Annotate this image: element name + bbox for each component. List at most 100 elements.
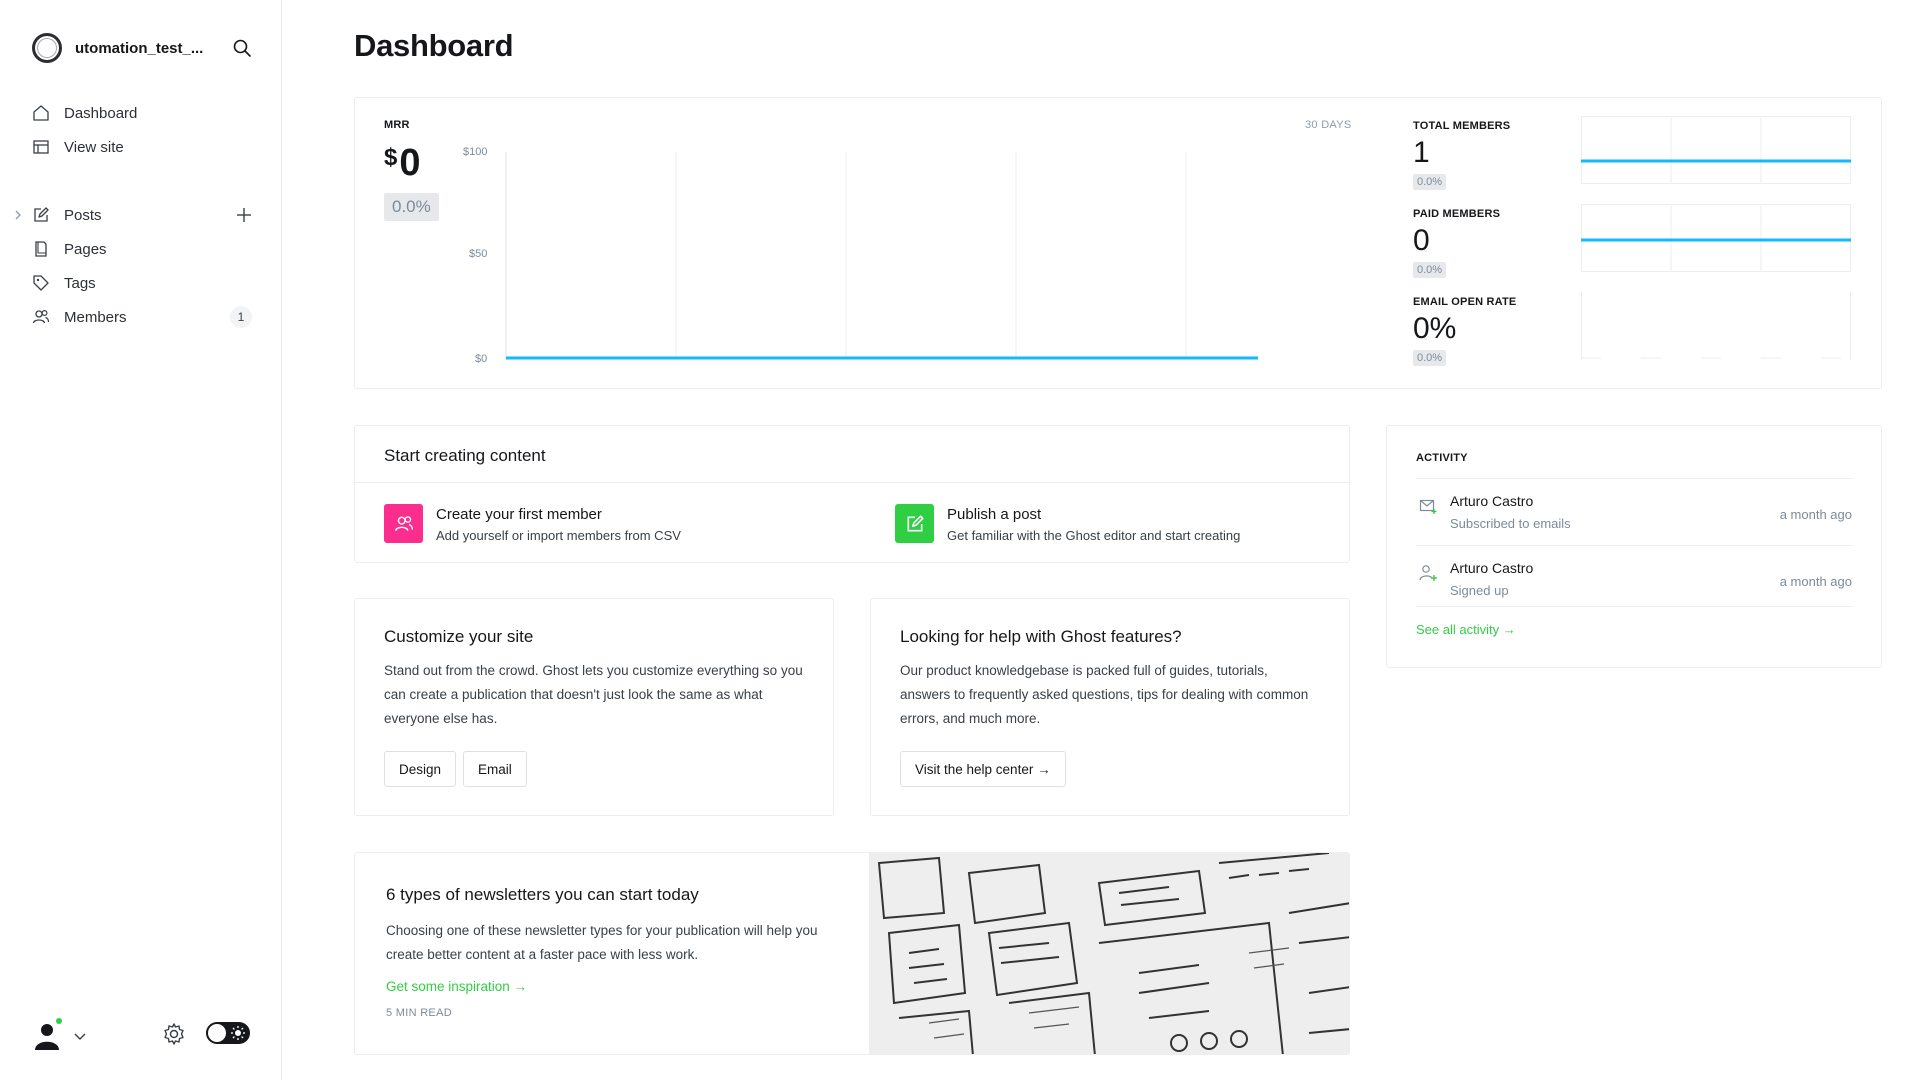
browser-icon	[30, 136, 52, 158]
edit-icon	[30, 204, 52, 226]
tag-icon	[30, 272, 52, 294]
sidebar-footer	[32, 1016, 254, 1050]
stat-total-members: TOTAL MEMBERS 1 0.0%	[1413, 116, 1853, 190]
sidebar-item-pages[interactable]: Pages	[30, 232, 256, 266]
site-header: utomation_test_...	[32, 32, 254, 64]
activity-time: a month ago	[1779, 574, 1852, 589]
chevron-down-icon[interactable]	[74, 1028, 86, 1046]
stat-value: 0	[1413, 224, 1430, 257]
sidebar-item-view-site[interactable]: View site	[30, 130, 256, 164]
nav-primary: Dashboard View site	[30, 96, 256, 164]
gear-icon[interactable]	[162, 1022, 186, 1046]
activity-row[interactable]: Arturo Castro Subscribed to emails a mon…	[1416, 478, 1852, 545]
dark-mode-toggle[interactable]	[206, 1022, 250, 1044]
nav-content: Posts Pages Tags Members 1	[15, 198, 256, 334]
activity-time: a month ago	[1779, 507, 1852, 522]
newsletter-title[interactable]: 6 types of newsletters you can start tod…	[386, 885, 699, 905]
help-title: Looking for help with Ghost features?	[900, 627, 1182, 646]
stat-paid-members: PAID MEMBERS 0 0.0%	[1413, 204, 1853, 278]
mrr-currency: $	[384, 144, 398, 171]
toggle-knob	[208, 1024, 226, 1042]
sidebar: utomation_test_... Dashboard View site P…	[0, 0, 282, 1080]
stat-label: PAID MEMBERS	[1413, 208, 1501, 220]
sidebar-item-label: Dashboard	[64, 104, 138, 122]
email-button[interactable]: Email	[463, 751, 527, 787]
help-center-button[interactable]: Visit the help center →	[900, 751, 1066, 787]
site-name[interactable]: utomation_test_...	[75, 40, 211, 57]
help-body: Our product knowledgebase is packed full…	[900, 663, 1309, 726]
mrr-card: MRR $0 0.0% 30 DAYS $100 $50 $0 TOTAL ME…	[354, 97, 1882, 389]
sidebar-item-label: Members	[64, 308, 127, 326]
paid-members-sparkline	[1581, 204, 1851, 272]
sidebar-item-dashboard[interactable]: Dashboard	[30, 96, 256, 130]
stat-trend-badge: 0.0%	[1413, 262, 1447, 278]
mrr-label: MRR	[384, 119, 410, 131]
page-icon	[30, 238, 52, 260]
divider	[1416, 606, 1852, 607]
activity-member-name[interactable]: Arturo Castro	[1450, 493, 1533, 509]
see-all-activity-link[interactable]: See all activity →	[1416, 622, 1516, 637]
newsletter-body: Choosing one of these newsletter types f…	[386, 923, 818, 962]
start-creating-title: Start creating content	[384, 446, 546, 465]
activity-member-name[interactable]: Arturo Castro	[1450, 560, 1533, 576]
home-icon	[30, 102, 52, 124]
sidebar-item-posts[interactable]: Posts	[15, 198, 256, 232]
design-button[interactable]: Design	[384, 751, 457, 787]
divider	[355, 482, 1349, 483]
activity-card: ACTIVITY Arturo Castro Subscribed to ema…	[1386, 425, 1882, 668]
add-post-icon[interactable]	[232, 203, 256, 227]
sidebar-item-label: View site	[64, 138, 124, 156]
range-select[interactable]: 30 DAYS	[1305, 119, 1352, 131]
sidebar-item-label: Pages	[64, 240, 107, 258]
customize-body: Stand out from the crowd. Ghost lets you…	[384, 663, 803, 726]
stat-value: 0%	[1413, 312, 1457, 345]
members-icon	[30, 306, 52, 328]
sidebar-item-tags[interactable]: Tags	[30, 266, 256, 300]
y-tick-100: $100	[463, 146, 487, 158]
action-desc: Add yourself or import members from CSV	[436, 528, 681, 543]
action-title: Create your first member	[436, 506, 602, 523]
customize-title: Customize your site	[384, 627, 534, 646]
stat-label: EMAIL OPEN RATE	[1413, 296, 1517, 308]
stat-label: TOTAL MEMBERS	[1413, 120, 1511, 132]
help-card: Looking for help with Ghost features? Ou…	[870, 598, 1350, 816]
stat-email-open-rate: EMAIL OPEN RATE 0% 0.0%	[1413, 292, 1853, 366]
y-tick-0: $0	[475, 353, 487, 365]
read-time: 5 MIN READ	[386, 1007, 452, 1019]
total-members-sparkline	[1581, 116, 1851, 184]
user-add-icon	[1419, 564, 1437, 582]
action-desc: Get familiar with the Ghost editor and s…	[947, 528, 1241, 543]
activity-row[interactable]: Arturo Castro Signed up a month ago	[1416, 545, 1852, 612]
mrr-amount: 0	[399, 142, 421, 184]
members-count-badge: 1	[230, 306, 252, 328]
create-member-action[interactable]: Create your first member Add yourself or…	[384, 504, 824, 546]
sun-icon	[230, 1025, 246, 1041]
stat-trend-badge: 0.0%	[1413, 174, 1447, 190]
inspiration-link[interactable]: Get some inspiration →	[386, 979, 527, 994]
site-logo[interactable]	[32, 33, 62, 63]
search-icon[interactable]	[230, 36, 254, 60]
email-open-rate-sparkline	[1581, 292, 1851, 360]
members-icon	[384, 504, 423, 543]
edit-icon	[895, 504, 934, 543]
mrr-chart: $100 $50 $0	[463, 146, 1258, 365]
publish-post-action[interactable]: Publish a post Get familiar with the Gho…	[895, 504, 1315, 546]
sidebar-item-label: Tags	[64, 274, 96, 292]
online-status-dot	[54, 1016, 64, 1026]
activity-desc: Subscribed to emails	[1450, 516, 1571, 531]
activity-label: ACTIVITY	[1416, 452, 1468, 464]
y-tick-50: $50	[469, 248, 487, 260]
sidebar-item-members[interactable]: Members 1	[30, 300, 256, 334]
stat-value: 1	[1413, 136, 1430, 169]
newsletter-sketch-image	[869, 853, 1349, 1054]
page-title: Dashboard	[354, 28, 514, 63]
chevron-right-icon[interactable]	[13, 208, 23, 222]
activity-desc: Signed up	[1450, 583, 1509, 598]
mrr-value: $0	[384, 142, 421, 185]
mrr-trend-badge: 0.0%	[384, 193, 439, 221]
action-title: Publish a post	[947, 506, 1042, 523]
newsletter-card[interactable]: 6 types of newsletters you can start tod…	[354, 852, 1350, 1055]
stat-trend-badge: 0.0%	[1413, 350, 1447, 366]
mail-icon	[1419, 497, 1437, 515]
customize-site-card: Customize your site Stand out from the c…	[354, 598, 834, 816]
